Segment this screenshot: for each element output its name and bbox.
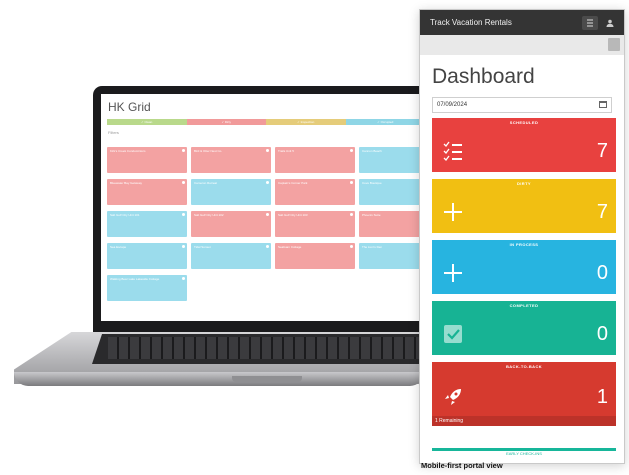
hk-unit-label: Captain's Corner Park — [278, 181, 308, 185]
status-dot-icon — [182, 277, 185, 280]
hk-unit-label: Bird & Otter Nest Co. — [194, 149, 223, 153]
card-count: 7 — [596, 140, 608, 162]
status-dot-icon — [266, 245, 269, 248]
hk-unit-label: Cannon Beach — [362, 149, 382, 153]
hk-unit-card[interactable]: Seafoam Cottage — [275, 243, 355, 269]
hk-unit-card[interactable]: Bird & Otter Nest Co. — [191, 147, 271, 173]
page-title: Dashboard — [432, 65, 535, 88]
hk-unit-label: Salt Gulf City Unit 101 — [110, 213, 140, 217]
list-icon[interactable] — [582, 15, 598, 30]
hk-unit-label: Kirk's Creek Condominium — [110, 149, 146, 153]
card-label: IN PROCESS — [509, 242, 539, 247]
legend-clean[interactable]: ✓ Clean — [107, 119, 187, 125]
hk-unit-card[interactable]: Captain's Corner Park — [275, 179, 355, 205]
hk-unit-label: Trails Unit 5 — [278, 149, 294, 153]
status-dot-icon — [266, 149, 269, 152]
hk-grid-title: HK Grid — [108, 100, 151, 114]
laptop-keyboard — [108, 337, 424, 359]
hk-unit-label: Salt Gulf City Unit 103 — [278, 213, 308, 217]
card-footer: 1 Remaining — [432, 416, 616, 426]
user-icon[interactable] — [602, 16, 618, 30]
date-input[interactable]: 07/09/2024 — [432, 97, 612, 113]
calendar-icon[interactable] — [599, 101, 607, 108]
laptop-notch — [232, 376, 302, 382]
card-in-process[interactable]: IN PROCESS 0 — [432, 240, 616, 294]
card-completed[interactable]: COMPLETED 0 — [432, 301, 616, 355]
card-scheduled[interactable]: SCHEDULED 7 — [432, 118, 616, 172]
card-label: COMPLETED — [509, 303, 539, 308]
hk-unit-card[interactable]: The Lion's Den — [359, 243, 426, 269]
caption: Mobile-first portal view — [421, 461, 503, 470]
status-dot-icon — [350, 213, 353, 216]
hk-unit-label: Bluewater Bay Getaway — [110, 181, 143, 185]
hk-unit-card[interactable]: Cannon Beach — [359, 147, 426, 173]
status-dot-icon — [266, 181, 269, 184]
legend-inspection[interactable]: ✓ Inspection — [266, 119, 346, 125]
hk-unit-card[interactable]: Trails Unit 5 — [275, 147, 355, 173]
card-label: DIRTY — [517, 181, 531, 186]
card-back-to-back[interactable]: BACK-TO-BACK 1 1 Remaining — [432, 362, 616, 426]
rocket-icon — [445, 389, 461, 405]
card-count: 1 — [596, 386, 608, 408]
card-count: 0 — [596, 323, 608, 345]
status-dot-icon — [350, 181, 353, 184]
hk-unit-label: Seafoam Cottage — [278, 245, 302, 249]
card-count: 7 — [596, 201, 608, 223]
status-dot-icon — [182, 245, 185, 248]
app-subbar — [420, 35, 624, 55]
legend-occupied[interactable]: ✓ Occupied — [345, 119, 425, 125]
status-dot-icon — [182, 181, 185, 184]
laptop-front-lip — [14, 372, 424, 386]
checkbox-icon — [444, 325, 462, 343]
hk-grid: Kirk's Creek Condominium Bird & Otter Nes… — [107, 147, 426, 301]
app-topbar: Track Vacation Rentals — [420, 10, 624, 35]
marketing-stage: HK Grid ✓ Clean ✓ Dirty ✓ Inspection ✓ O… — [0, 0, 629, 475]
hk-unit-card[interactable]: Cameron Retreat — [191, 179, 271, 205]
plus-icon — [444, 264, 462, 282]
card-label: BACK-TO-BACK — [505, 364, 543, 369]
hk-unit-card[interactable]: Salt Gulf City Unit 101 — [107, 211, 187, 237]
date-value: 07/09/2024 — [437, 102, 468, 108]
status-dot-icon — [182, 149, 185, 152]
hk-unit-label: Salt Gulf City Unit 102 — [194, 213, 224, 217]
status-dot-icon — [182, 213, 185, 216]
hk-unit-label: Phoenix Suite — [362, 213, 381, 217]
legend-dirty[interactable]: ✓ Dirty — [186, 119, 266, 125]
card-count: 0 — [596, 262, 608, 284]
status-dot-icon — [350, 149, 353, 152]
hk-unit-label: Sea Escape — [110, 245, 127, 249]
hk-unit-card[interactable]: Salt Gulf City Unit 103 — [275, 211, 355, 237]
card-label: SCHEDULED — [509, 120, 539, 125]
plus-icon — [444, 203, 462, 221]
hk-unit-card[interactable]: Salt Gulf City Unit 102 — [191, 211, 271, 237]
hk-unit-card[interactable]: Sea Escape — [107, 243, 187, 269]
status-cards: SCHEDULED 7 DIRTY 7 IN PROCESS 0 COMPLET… — [432, 118, 616, 433]
status-dot-icon — [350, 245, 353, 248]
hk-unit-card[interactable]: Kirk's Creek Condominium — [107, 147, 187, 173]
hk-unit-card[interactable]: Tidal Sunset — [191, 243, 271, 269]
mobile-portal-panel: Track Vacation Rentals Dashboard 07/09/2… — [419, 9, 625, 464]
menu-toggle-icon[interactable] — [608, 38, 620, 51]
hk-unit-card[interactable]: Walking Bear Lake Lakeside Cottage — [107, 275, 187, 301]
hk-unit-label: The Lion's Den — [362, 245, 383, 249]
list-check-icon — [443, 141, 462, 161]
card-early-check-ins[interactable]: EARLY CHECK-INS — [432, 448, 616, 456]
status-dot-icon — [266, 213, 269, 216]
hk-unit-card[interactable]: Bluewater Bay Getaway — [107, 179, 187, 205]
laptop-screen: HK Grid ✓ Clean ✓ Dirty ✓ Inspection ✓ O… — [101, 94, 426, 321]
hk-legend: ✓ Clean ✓ Dirty ✓ Inspection ✓ Occupied — [107, 119, 425, 125]
hk-unit-card[interactable]: Cove Boutique — [359, 179, 426, 205]
hk-unit-label: Tidal Sunset — [194, 245, 211, 249]
app-title: Track Vacation Rentals — [430, 18, 512, 27]
hk-unit-label: Cameron Retreat — [194, 181, 218, 185]
hk-unit-label: Walking Bear Lake Lakeside Cottage — [110, 277, 160, 281]
card-dirty[interactable]: DIRTY 7 — [432, 179, 616, 233]
hk-filters[interactable]: Filters — [108, 130, 119, 135]
hk-unit-card[interactable]: Phoenix Suite — [359, 211, 426, 237]
hk-unit-label: Cove Boutique — [362, 181, 382, 185]
